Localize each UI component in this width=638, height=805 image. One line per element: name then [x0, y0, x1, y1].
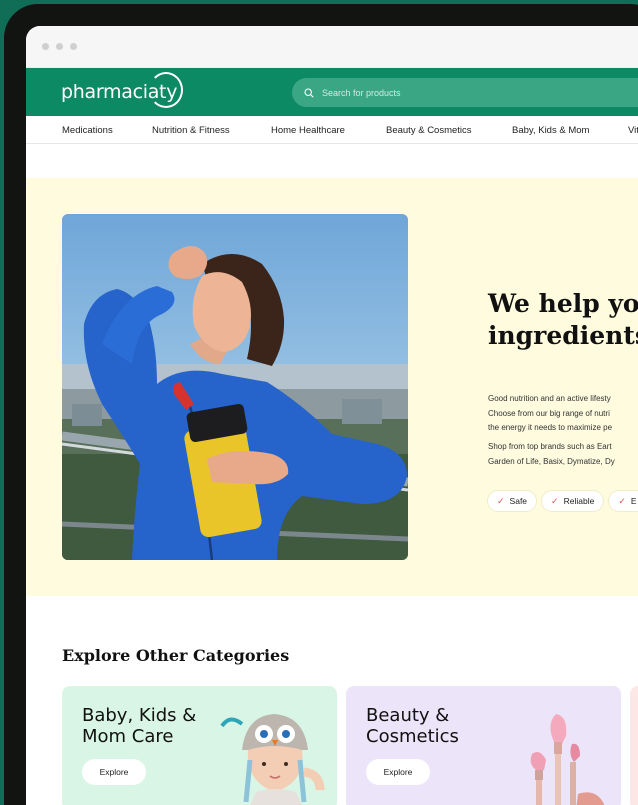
brand-logo[interactable]: pharmaciaty — [61, 72, 184, 108]
nav-item-medications[interactable]: Medications — [62, 125, 113, 136]
hero-paragraph-line: the energy it needs to maximize pe — [488, 423, 613, 432]
nav-item-home-healthcare[interactable]: Home Healthcare — [271, 125, 345, 136]
nav-item-baby-kids-mom[interactable]: Baby, Kids & Mom — [512, 125, 589, 136]
hero-title-line-2: ingredients — [488, 321, 638, 350]
baby-photo — [220, 714, 325, 805]
hero-image — [62, 214, 408, 560]
chip-reliable: ✓ Reliable — [542, 491, 604, 511]
window-close-dot[interactable] — [42, 43, 49, 50]
chip-safe: ✓ Safe — [488, 491, 537, 511]
explore-button[interactable]: Explore — [366, 759, 430, 785]
device-frame: pharmaciaty Medications Nutrition & Fitn… — [4, 4, 638, 805]
hero-paragraph-line: Garden of Life, Basix, Dymatize, Dy — [488, 456, 615, 466]
browser-window: pharmaciaty Medications Nutrition & Fitn… — [26, 26, 638, 805]
categories-heading: Explore Other Categories — [62, 646, 290, 665]
hero-paragraph-line: Good nutrition and an active lifesty — [488, 394, 611, 403]
window-maximize-dot[interactable] — [70, 43, 77, 50]
hero-paragraph-1: Good nutrition and an active lifesty Cho… — [488, 392, 638, 436]
makeup-brushes-photo — [530, 714, 604, 805]
category-card-baby-kids-mom[interactable]: Baby, Kids & Mom Care Explore — [62, 686, 337, 805]
hero-title: We help you ingredients — [488, 288, 638, 352]
browser-title-bar — [26, 26, 638, 68]
hero-banner: We help you ingredients Good nutrition a… — [26, 178, 638, 596]
check-icon: ✓ — [618, 495, 626, 506]
hero-title-line-1: We help you — [488, 289, 638, 318]
hero-paragraph-line: Shop from top brands such as Eart — [488, 442, 612, 451]
hero-chip-group: ✓ Safe ✓ Reliable ✓ E — [488, 491, 638, 511]
explore-button[interactable]: Explore — [82, 759, 146, 785]
site-header: pharmaciaty — [26, 68, 638, 116]
chip-label: Reliable — [563, 496, 595, 506]
window-minimize-dot[interactable] — [56, 43, 63, 50]
category-card-title: Baby, Kids & Mom Care — [82, 705, 197, 747]
hero-paragraph-line: Choose from our big range of nutri — [488, 408, 610, 418]
category-nav: Medications Nutrition & Fitness Home Hea… — [26, 116, 638, 144]
search-icon — [304, 87, 314, 98]
check-icon: ✓ — [497, 495, 505, 506]
logo-ring-icon — [149, 72, 184, 108]
nav-item-nutrition-fitness[interactable]: Nutrition & Fitness — [152, 125, 230, 136]
search-input[interactable] — [322, 87, 622, 98]
chip-label: E — [630, 496, 637, 506]
nav-item-beauty-cosmetics[interactable]: Beauty & Cosmetics — [386, 125, 472, 136]
chip-third: ✓ E — [609, 491, 638, 511]
hero-paragraph-2: Shop from top brands such as Eart Garden… — [488, 440, 638, 469]
check-icon: ✓ — [551, 495, 559, 506]
category-card-beauty-cosmetics[interactable]: Beauty & Cosmetics Explore — [346, 686, 621, 805]
category-card-third[interactable] — [630, 686, 638, 805]
category-card-title: Beauty & Cosmetics — [366, 705, 459, 747]
nav-item-vitamins[interactable]: Vita — [628, 125, 638, 136]
chip-label: Safe — [509, 496, 528, 506]
search-bar[interactable] — [292, 78, 638, 107]
